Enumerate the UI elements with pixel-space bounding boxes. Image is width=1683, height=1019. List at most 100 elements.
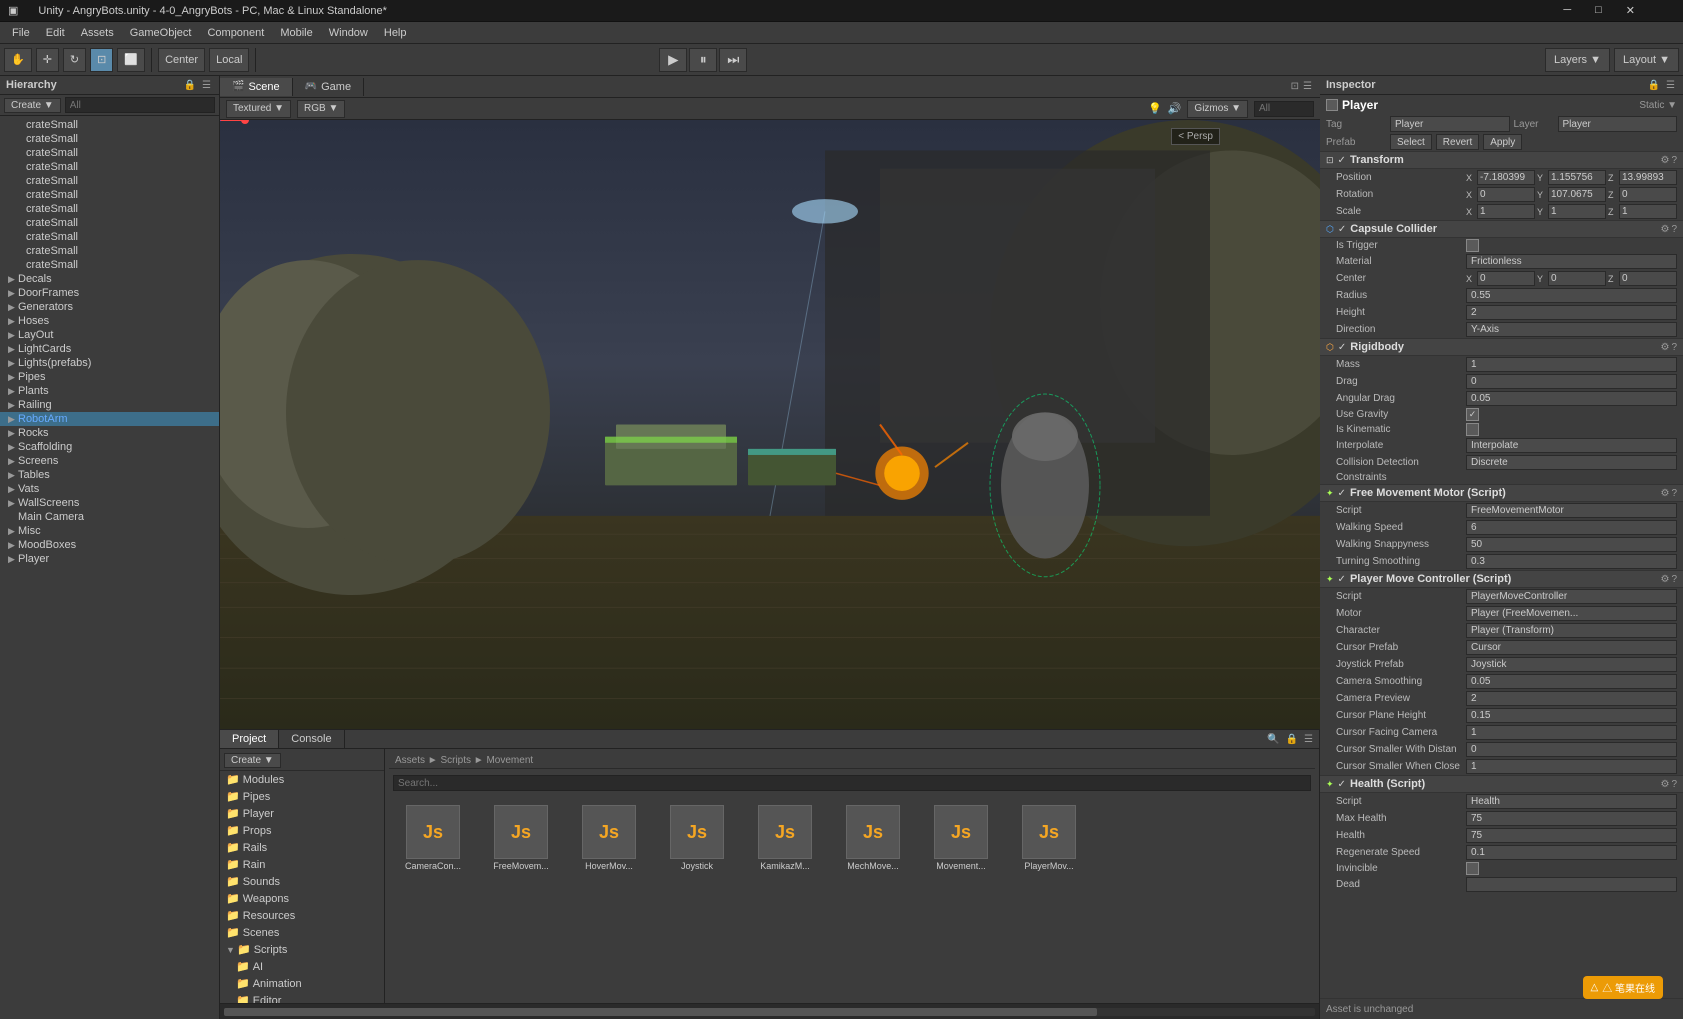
pivot-btn[interactable]: Center: [158, 48, 205, 72]
tag-value[interactable]: Player: [1390, 116, 1510, 132]
menu-component[interactable]: Component: [199, 25, 272, 41]
hierarchy-item-tables[interactable]: ▶Tables: [0, 468, 219, 482]
hand-tool[interactable]: ✋: [4, 48, 32, 72]
cursor-facing-camera-value[interactable]: 1: [1466, 725, 1677, 740]
layer-value[interactable]: Player: [1558, 116, 1678, 132]
pmc-settings[interactable]: ⚙: [1660, 574, 1669, 585]
menu-help[interactable]: Help: [376, 25, 415, 41]
scene-search[interactable]: [1254, 101, 1314, 117]
proj-tree-item[interactable]: 📁Modules: [220, 771, 384, 788]
proj-tree-item[interactable]: 📁AI: [220, 958, 384, 975]
project-create-btn[interactable]: Create ▼: [224, 753, 281, 768]
layers-dropdown[interactable]: Layers ▼: [1545, 48, 1610, 72]
is-kinematic-check[interactable]: [1466, 423, 1479, 436]
space-btn[interactable]: Local: [209, 48, 249, 72]
proj-tree-item[interactable]: 📁Props: [220, 822, 384, 839]
shading-dropdown[interactable]: Textured ▼: [226, 100, 291, 118]
proj-tree-item[interactable]: 📁Scenes: [220, 924, 384, 941]
scene-maximize[interactable]: ⊡: [1289, 81, 1301, 92]
hierarchy-item-vats[interactable]: ▶Vats: [0, 482, 219, 496]
proj-tree-item[interactable]: 📁Editor: [220, 992, 384, 1003]
transform-settings[interactable]: ⚙: [1660, 155, 1669, 166]
capsule-settings[interactable]: ⚙: [1660, 224, 1669, 235]
material-value[interactable]: Frictionless: [1466, 254, 1677, 269]
dead-value[interactable]: [1466, 877, 1677, 892]
hierarchy-item-misc[interactable]: ▶Misc: [0, 524, 219, 538]
proj-tree-item-scripts[interactable]: ▼📁Scripts: [220, 941, 384, 958]
rot-x-val[interactable]: 0: [1477, 187, 1535, 202]
prefab-select-btn[interactable]: Select: [1390, 134, 1432, 150]
hierarchy-item-screens[interactable]: ▶Screens: [0, 454, 219, 468]
health-settings[interactable]: ⚙: [1660, 779, 1669, 790]
cursor-plane-height-value[interactable]: 0.15: [1466, 708, 1677, 723]
center-y[interactable]: 0: [1548, 271, 1606, 286]
camera-smoothing-value[interactable]: 0.05: [1466, 674, 1677, 689]
drag-value[interactable]: 0: [1466, 374, 1677, 389]
file-item-freemovement[interactable]: Js FreeMovem...: [481, 801, 561, 875]
rot-z-val[interactable]: 0: [1619, 187, 1677, 202]
hierarchy-item-decals[interactable]: ▶Decals: [0, 272, 219, 286]
proj-tree-item[interactable]: 📁Rails: [220, 839, 384, 856]
cursor-prefab-value[interactable]: Cursor: [1466, 640, 1677, 655]
is-trigger-check[interactable]: [1466, 239, 1479, 252]
collision-detection-value[interactable]: Discrete: [1466, 455, 1677, 470]
capsule-collider-header[interactable]: ⬡ ✓ Capsule Collider ⚙ ?: [1320, 220, 1683, 238]
menu-edit[interactable]: Edit: [38, 25, 73, 41]
hierarchy-item-hoses[interactable]: ▶Hoses: [0, 314, 219, 328]
character-value[interactable]: Player (Transform): [1466, 623, 1677, 638]
capsule-help[interactable]: ?: [1671, 224, 1677, 235]
hierarchy-item-generators[interactable]: ▶Generators: [0, 300, 219, 314]
hierarchy-item-pipes[interactable]: ▶Pipes: [0, 370, 219, 384]
list-item[interactable]: crateSmall: [0, 244, 219, 258]
menu-file[interactable]: File: [4, 25, 38, 41]
fmm-settings[interactable]: ⚙: [1660, 488, 1669, 499]
cursor-smaller-close-value[interactable]: 1: [1466, 759, 1677, 774]
joystick-prefab-value[interactable]: Joystick: [1466, 657, 1677, 672]
scene-view[interactable]: < Persp: [220, 120, 1320, 729]
hierarchy-menu[interactable]: ☰: [200, 80, 213, 91]
layout-dropdown[interactable]: Layout ▼: [1614, 48, 1679, 72]
invincible-check[interactable]: [1466, 862, 1479, 875]
max-health-value[interactable]: 75: [1466, 811, 1677, 826]
list-item[interactable]: crateSmall: [0, 160, 219, 174]
hierarchy-item-player[interactable]: ▶Player: [0, 552, 219, 566]
project-file-search[interactable]: [393, 775, 1311, 791]
tab-console[interactable]: Console: [279, 730, 344, 748]
scale-x-val[interactable]: 1: [1477, 204, 1535, 219]
inspector-menu[interactable]: ☰: [1664, 80, 1677, 91]
step-button[interactable]: ⏭: [719, 48, 747, 72]
scene-menu[interactable]: ☰: [1301, 81, 1314, 92]
hierarchy-item-rocks[interactable]: ▶Rocks: [0, 426, 219, 440]
menu-window[interactable]: Window: [321, 25, 376, 41]
pmc-script-value[interactable]: PlayerMoveController: [1466, 589, 1677, 604]
maximize-btn[interactable]: □: [1595, 4, 1602, 17]
menu-assets[interactable]: Assets: [73, 25, 122, 41]
object-active-checkbox[interactable]: [1326, 99, 1338, 111]
play-button[interactable]: ▶: [659, 48, 687, 72]
use-gravity-check[interactable]: ✓: [1466, 408, 1479, 421]
transform-header[interactable]: ⊡ ✓ Transform ⚙ ?: [1320, 151, 1683, 169]
scale-tool[interactable]: ⊡: [90, 48, 113, 72]
hierarchy-item-maincamera[interactable]: Main Camera: [0, 510, 219, 524]
file-item-kamikaze[interactable]: Js KamikazM...: [745, 801, 825, 875]
proj-tree-item[interactable]: 📁Rain: [220, 856, 384, 873]
list-item[interactable]: crateSmall: [0, 216, 219, 230]
project-scrollbar[interactable]: [224, 1008, 1315, 1016]
center-x[interactable]: 0: [1477, 271, 1535, 286]
rect-tool[interactable]: ⬜: [117, 48, 145, 72]
pos-y-val[interactable]: 1.155756: [1548, 170, 1606, 185]
walking-speed-value[interactable]: 6: [1466, 520, 1677, 535]
prefab-revert-btn[interactable]: Revert: [1436, 134, 1479, 150]
hierarchy-lock[interactable]: 🔒: [182, 80, 198, 91]
prefab-apply-btn[interactable]: Apply: [1483, 134, 1522, 150]
hierarchy-item-scaffolding[interactable]: ▶Scaffolding: [0, 440, 219, 454]
rotate-tool[interactable]: ↻: [63, 48, 86, 72]
gizmos-dropdown[interactable]: Gizmos ▼: [1187, 100, 1248, 118]
file-item-movement[interactable]: Js Movement...: [921, 801, 1001, 875]
rot-y-val[interactable]: 107.0675: [1548, 187, 1606, 202]
file-item-playermove[interactable]: Js PlayerMov...: [1009, 801, 1089, 875]
rigidbody-settings[interactable]: ⚙: [1660, 342, 1669, 353]
camera-preview-value[interactable]: 2: [1466, 691, 1677, 706]
hierarchy-item-railing[interactable]: ▶Railing: [0, 398, 219, 412]
tab-scene[interactable]: 🎬 Scene: [220, 78, 293, 96]
